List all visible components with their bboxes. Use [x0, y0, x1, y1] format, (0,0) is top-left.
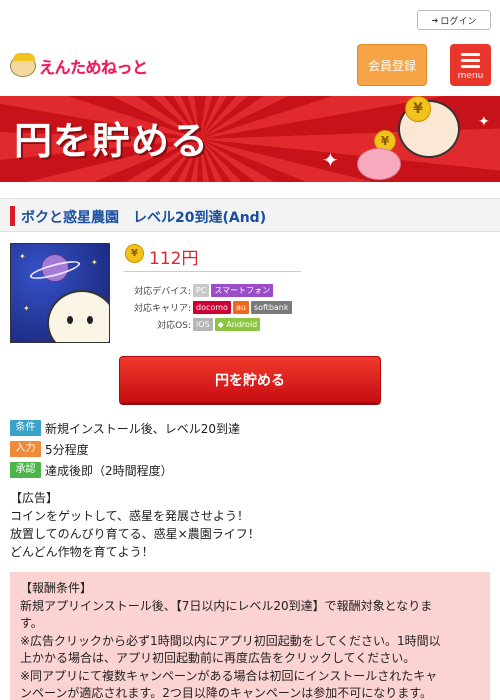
condition-row-requirement: 条件 新規インストール後、レベル20到達: [10, 419, 240, 437]
reward-line: ンペーンが適応されます。2つ目以降のキャンペーンは参加不可になります。: [20, 686, 433, 700]
login-arrow-icon: ➔: [431, 15, 439, 25]
condition-tag: 承認: [10, 462, 41, 478]
condition-text: 達成後即（2時間程度）: [45, 463, 173, 478]
condition-row-input: 入力 5分程度: [10, 440, 89, 458]
reward-line: 上かかる場合は、アプリ初回起動前に再度広告をクリックしてください。: [20, 651, 416, 665]
spec-os-row: 対応OS: iOS ◆ Android: [125, 317, 262, 331]
condition-tag: 条件: [10, 420, 41, 436]
os-tag-ios: iOS: [193, 317, 213, 331]
menu-label: menu: [457, 71, 484, 81]
site-logo[interactable]: えんためねっと: [10, 53, 148, 78]
banner-title: 円を貯める: [14, 119, 210, 163]
login-button[interactable]: ➔ ログイン: [417, 10, 491, 30]
yen-coin-icon: ¥: [405, 96, 431, 122]
piggy-bank-icon: [357, 148, 401, 180]
divider: [124, 271, 301, 272]
reward-line: す。: [20, 616, 43, 630]
reward-line: ※同アプリにて複数キャンペーンがある場合は初回にインストールされたキャ: [20, 668, 438, 683]
description-line: 放置してのんびり育てる、惑星×農園ライフ！: [10, 527, 260, 541]
ad-description: 【広告】 コインをゲットして、惑星を発展させよう！ 放置してのんびり育てる、惑星…: [10, 489, 260, 561]
condition-text: 5分程度: [45, 442, 89, 457]
login-label: ログイン: [440, 16, 477, 27]
carrier-tag-docomo: docomo: [193, 300, 231, 314]
title-accent: [10, 206, 15, 226]
logo-mascot-icon: [10, 53, 36, 77]
logo-text: えんためねっと: [39, 58, 148, 77]
device-tag-smartphone: スマートフォン: [211, 283, 274, 297]
condition-tag: 入力: [10, 441, 41, 457]
os-tag-android: ◆ Android: [214, 317, 261, 331]
member-register-button[interactable]: 会員登録: [357, 44, 427, 86]
reward-line: 【報酬条件】: [20, 581, 93, 595]
reward-line: 新規アプリインストール後、【7日以内にレベル20到達】で報酬対象となりま: [20, 598, 433, 613]
description-line: コインをゲットして、惑星を発展させよう！: [10, 509, 250, 523]
astronaut-icon: [47, 290, 109, 342]
reward-price: 112円: [149, 249, 199, 269]
earn-yen-button[interactable]: 円を貯める: [119, 356, 381, 403]
spec-carrier-row: 対応キャリア: docomo au softbank: [125, 300, 294, 314]
hamburger-icon: [461, 53, 480, 71]
condition-text: 新規インストール後、レベル20到達: [45, 421, 241, 436]
app-title-bar: ボクと惑星農園 レベル20到達(And): [0, 198, 500, 232]
reward-line: ※広告クリックから必ず1時間以内にアプリ初回起動をしてください。1時間以: [20, 633, 441, 648]
member-register-label: 会員登録: [367, 58, 416, 73]
yen-coin-icon: ¥: [125, 244, 144, 263]
description-line: どんどん作物を育てよう！: [10, 545, 154, 559]
app-title: ボクと惑星農園 レベル20到達(And): [21, 210, 267, 226]
condition-row-approval: 承認 達成後即（2時間程度）: [10, 461, 173, 479]
menu-button[interactable]: menu: [450, 44, 491, 86]
reward-conditions-box: 【報酬条件】 新規アプリインストール後、【7日以内にレベル20到達】で報酬対象と…: [10, 572, 490, 700]
spec-device-row: 対応デバイス: PC スマートフォン: [125, 283, 275, 297]
device-tag-pc: PC: [193, 283, 210, 297]
sparkle-icon: ✦: [478, 114, 490, 130]
sparkle-icon: ✦: [322, 148, 339, 172]
app-icon: ✦ ✦ ✦: [10, 243, 110, 343]
earn-yen-label: 円を貯める: [215, 372, 285, 389]
carrier-tag-softbank: softbank: [250, 300, 292, 314]
description-line: 【広告】: [10, 491, 59, 505]
carrier-tag-au: au: [232, 300, 249, 314]
